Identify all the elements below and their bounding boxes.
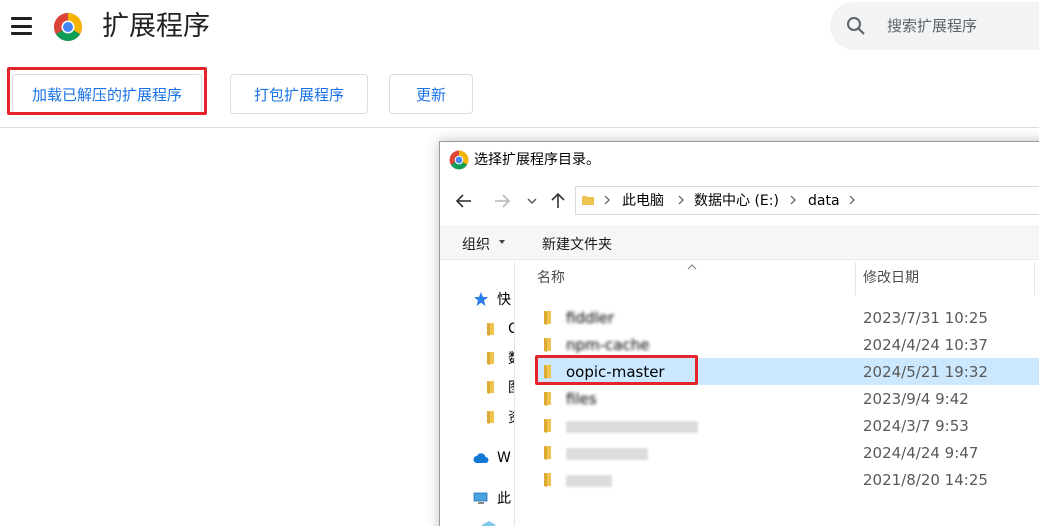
file-date: 2023/9/4 9:42 [863,390,969,408]
highlight-box-oopic-master [535,355,698,385]
breadcrumb-data[interactable]: data [808,192,840,210]
dialog-toolbar: 组织 新建文件夹 [440,225,1039,260]
chevron-right-icon [790,195,796,205]
nav-item-this-pc[interactable]: 此 [473,487,511,509]
chevron-right-icon [604,195,610,205]
recent-locations-chevron-icon[interactable] [525,191,539,211]
redacted-file-name [566,475,612,487]
up-arrow-icon[interactable] [548,191,568,211]
column-divider[interactable] [855,262,856,295]
chevron-right-icon [678,195,684,205]
folder-icon [487,323,494,336]
nav-item-quick-access[interactable]: 快 [473,288,511,310]
computer-icon [473,492,488,504]
chevron-right-icon [849,195,855,205]
dialog-title: 选择扩展程序目录。 [474,152,600,168]
file-row[interactable]: 2024/4/24 9:47 [536,439,1039,466]
file-date: 2024/3/7 9:53 [863,417,969,435]
back-arrow-icon[interactable] [454,191,474,211]
folder-icon [487,381,494,394]
file-date: 2024/4/24 9:47 [863,444,979,462]
folder-icon [544,473,551,487]
nav-item-folder[interactable]: C [484,318,514,340]
nav-item-folder[interactable]: 资 [484,406,514,428]
highlight-box-load-unpacked [7,67,207,115]
address-bar[interactable]: 此电脑 数据中心 (E:) data [575,186,1039,215]
folder-icon [544,446,551,460]
redacted-file-name [566,421,698,433]
nav-item-onedrive[interactable]: W [473,447,511,469]
folder-icon [544,338,551,352]
file-name: files [566,390,597,408]
file-row[interactable]: 2024/3/7 9:53 [536,412,1039,439]
update-button[interactable]: 更新 [389,74,473,114]
folder-icon [544,311,551,325]
column-divider[interactable] [1034,262,1035,295]
search-icon [847,17,865,35]
star-icon [474,292,488,306]
file-name: fiddler [566,309,615,327]
folder-icon [544,392,551,406]
nav-item-label: W [497,450,511,466]
chrome-logo-icon [449,150,469,170]
forward-arrow-icon[interactable] [492,191,512,211]
redacted-file-name [566,448,648,460]
drive-icon [482,521,496,526]
chevron-down-icon [499,240,505,244]
nav-item-folder[interactable]: 数 [484,347,514,369]
folder-icon [582,196,594,205]
file-date: 2023/7/31 10:25 [863,309,988,327]
file-date: 2021/8/20 14:25 [863,471,988,489]
file-row[interactable]: files 2023/9/4 9:42 [536,385,1039,412]
breadcrumb-drive[interactable]: 数据中心 (E:) [694,192,779,210]
select-folder-dialog: 选择扩展程序目录。 此电脑 数据中心 (E:) data 组织 新建文件夹 快 … [439,141,1039,526]
nav-item-label: 此 [497,491,511,507]
navigation-pane: 快 C 数 图 资 W 此 [440,262,514,526]
sort-ascending-icon [687,264,697,270]
header-divider [0,127,1039,128]
folder-icon [487,352,494,365]
file-row[interactable]: npm-cache 2024/4/24 10:37 [536,331,1039,358]
file-row[interactable]: 2021/8/20 14:25 [536,466,1039,493]
menu-icon[interactable] [11,17,32,35]
file-list: 名称 修改日期 fiddler 2023/7/31 10:25 npm-cach… [514,262,1039,526]
cloud-icon [473,453,489,463]
pack-extension-button[interactable]: 打包扩展程序 [230,74,368,114]
extensions-page: 扩展程序 搜索扩展程序 加载已解压的扩展程序 打包扩展程序 更新 选择扩展程序目… [0,0,1039,526]
organize-button[interactable]: 组织 [462,234,490,254]
chrome-logo-icon [54,13,82,41]
new-folder-button[interactable]: 新建文件夹 [542,234,612,254]
file-date: 2024/5/21 19:32 [863,363,988,381]
file-row[interactable]: fiddler 2023/7/31 10:25 [536,304,1039,331]
dialog-titlebar: 选择扩展程序目录。 [440,142,1039,178]
search-box[interactable]: 搜索扩展程序 [830,2,1039,50]
folder-icon [487,411,494,424]
nav-item-label: 快 [497,292,511,308]
search-input[interactable]: 搜索扩展程序 [887,16,977,36]
file-date: 2024/4/24 10:37 [863,336,988,354]
breadcrumb-this-pc[interactable]: 此电脑 [622,192,664,210]
nav-item-folder[interactable]: 图 [484,376,514,398]
folder-icon [544,419,551,433]
column-header-name[interactable]: 名称 [537,262,565,295]
navigation-row: 此电脑 数据中心 (E:) data [440,182,1039,220]
file-name: npm-cache [566,336,650,354]
page-title: 扩展程序 [102,11,210,42]
column-header-date-modified[interactable]: 修改日期 [863,262,919,295]
